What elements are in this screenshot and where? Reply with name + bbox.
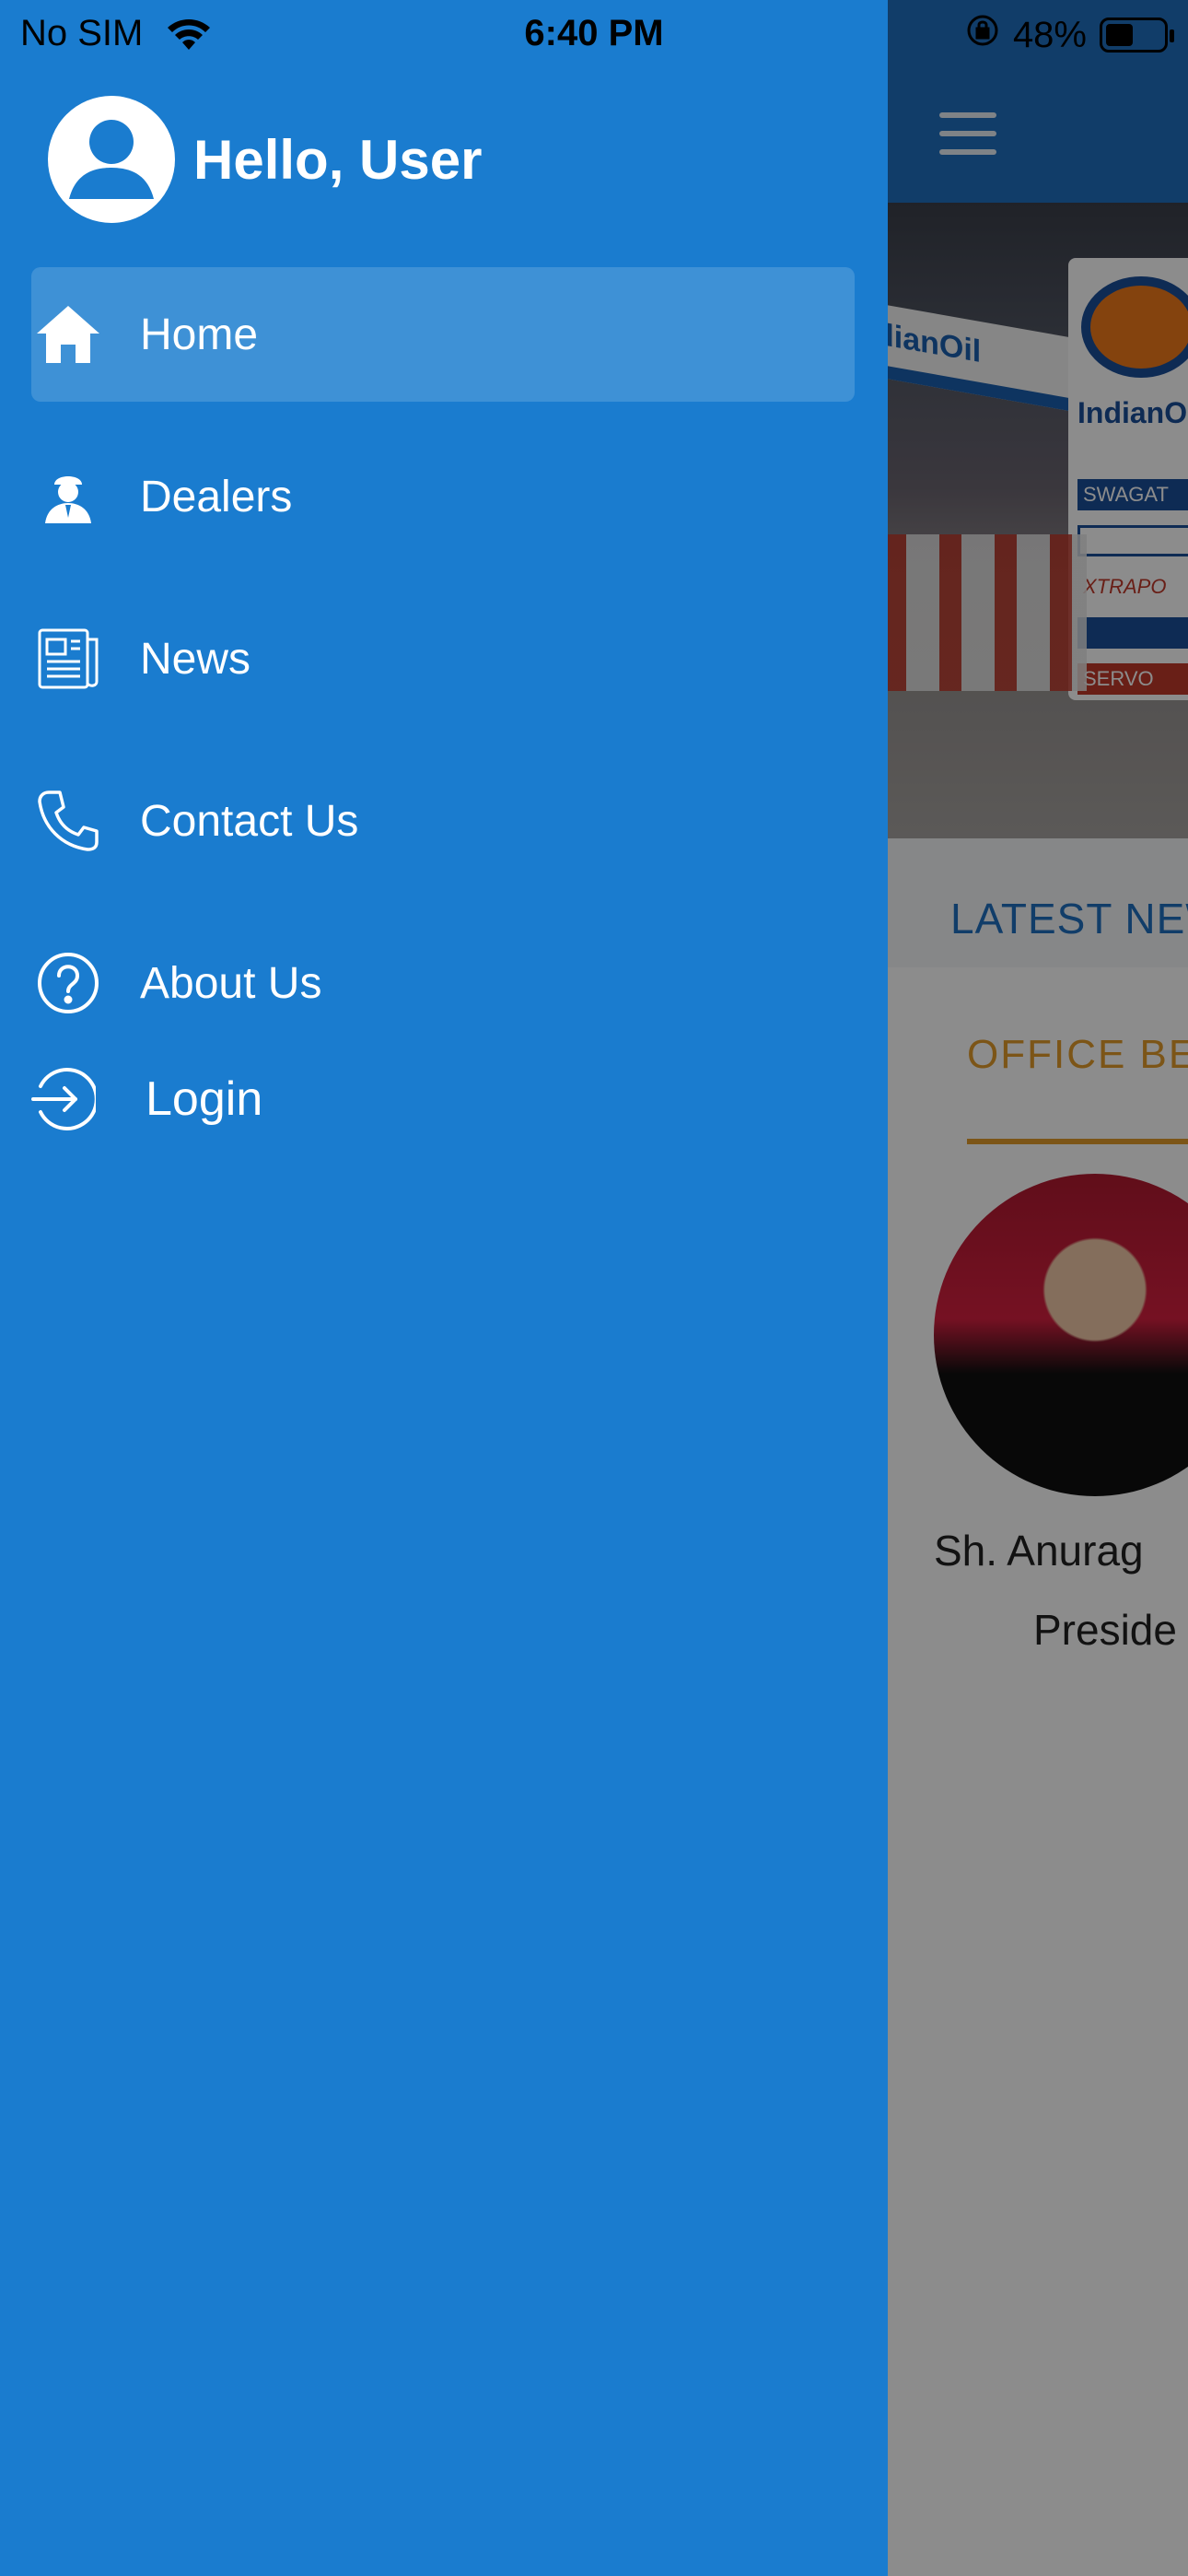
rotation-lock-icon	[965, 13, 1000, 57]
greeting-text: Hello, User	[193, 128, 483, 191]
navigation-drawer: Hello, User Home Dealers News Contact Us…	[0, 0, 888, 2576]
home-icon	[31, 298, 105, 371]
menu-item-label: News	[140, 634, 251, 684]
status-bar: No SIM 6:40 PM 48%	[0, 0, 1188, 66]
battery-fill	[1106, 24, 1133, 46]
menu-item-label: Dealers	[140, 472, 293, 521]
menu-item-news[interactable]: News	[31, 591, 855, 726]
menu-item-contact-us[interactable]: Contact Us	[31, 754, 855, 888]
newspaper-icon	[31, 622, 105, 696]
menu-item-dealers[interactable]: Dealers	[31, 429, 855, 564]
login-icon	[26, 1062, 99, 1136]
status-right: 48%	[965, 13, 1174, 57]
menu-item-label: Login	[146, 1072, 263, 1126]
drawer-header: Hello, User	[48, 96, 482, 223]
battery-percent: 48%	[1012, 14, 1087, 55]
user-avatar-icon	[48, 96, 175, 223]
menu-item-label: Contact Us	[140, 796, 359, 846]
menu-item-about-us[interactable]: About Us	[31, 916, 855, 1050]
menu-item-label: Home	[140, 310, 259, 359]
question-icon	[31, 946, 105, 1020]
menu-item-login[interactable]: Login	[31, 1032, 855, 1166]
battery-icon	[1100, 18, 1174, 53]
battery-tip	[1170, 29, 1174, 42]
phone-icon	[31, 784, 105, 858]
dealer-icon	[31, 460, 105, 533]
menu-item-label: About Us	[140, 958, 322, 1008]
menu-item-home[interactable]: Home	[31, 267, 855, 402]
